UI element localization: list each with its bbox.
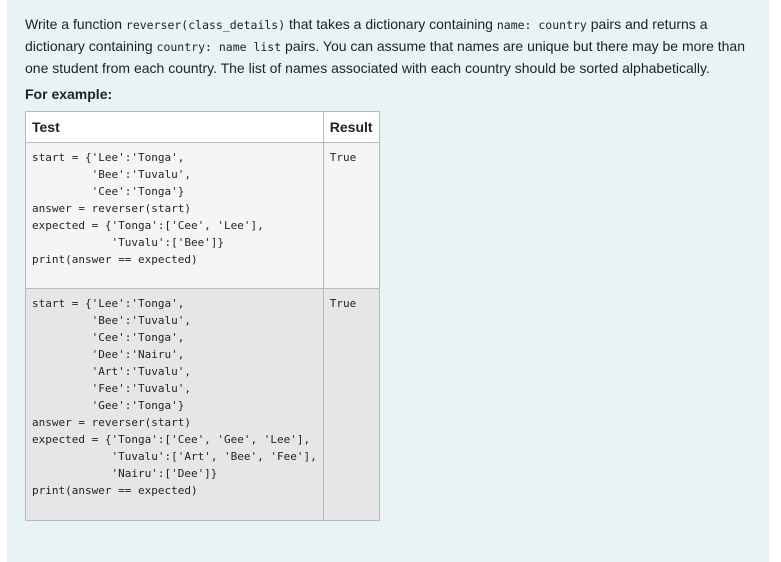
examples-header-row: Test Result	[25, 111, 380, 143]
input-pair-code: name: country	[496, 18, 587, 32]
result-value: True	[329, 151, 357, 164]
result-cell: True	[322, 142, 380, 289]
result-cell: True	[322, 288, 380, 521]
test-cell: start = {'Lee':'Tonga', 'Bee':'Tuvalu', …	[25, 142, 324, 289]
question-text: Write a function reverser(class_details)…	[25, 14, 755, 79]
result-column-header: Result	[322, 111, 380, 143]
function-signature-code: reverser(class_details)	[125, 18, 286, 32]
test-cell: start = {'Lee':'Tonga', 'Bee':'Tuvalu', …	[25, 288, 324, 521]
output-pair-code: country: name list	[156, 40, 282, 54]
example-row: start = {'Lee':'Tonga', 'Bee':'Tuvalu', …	[25, 142, 380, 289]
examples-table: Test Result start = {'Lee':'Tonga', 'Bee…	[25, 111, 380, 521]
question-content: Write a function reverser(class_details)…	[25, 14, 755, 521]
question-text-part: Write a function	[25, 16, 126, 32]
result-value: True	[329, 297, 357, 310]
test-code: start = {'Lee':'Tonga', 'Bee':'Tuvalu', …	[32, 297, 317, 497]
for-example-label: For example:	[25, 86, 113, 102]
test-code: start = {'Lee':'Tonga', 'Bee':'Tuvalu', …	[32, 151, 264, 266]
example-row: start = {'Lee':'Tonga', 'Bee':'Tuvalu', …	[25, 288, 380, 521]
question-panel: Write a function reverser(class_details)…	[7, 0, 769, 562]
question-text-part: that takes a dictionary containing	[285, 16, 497, 32]
test-column-header: Test	[25, 111, 324, 143]
